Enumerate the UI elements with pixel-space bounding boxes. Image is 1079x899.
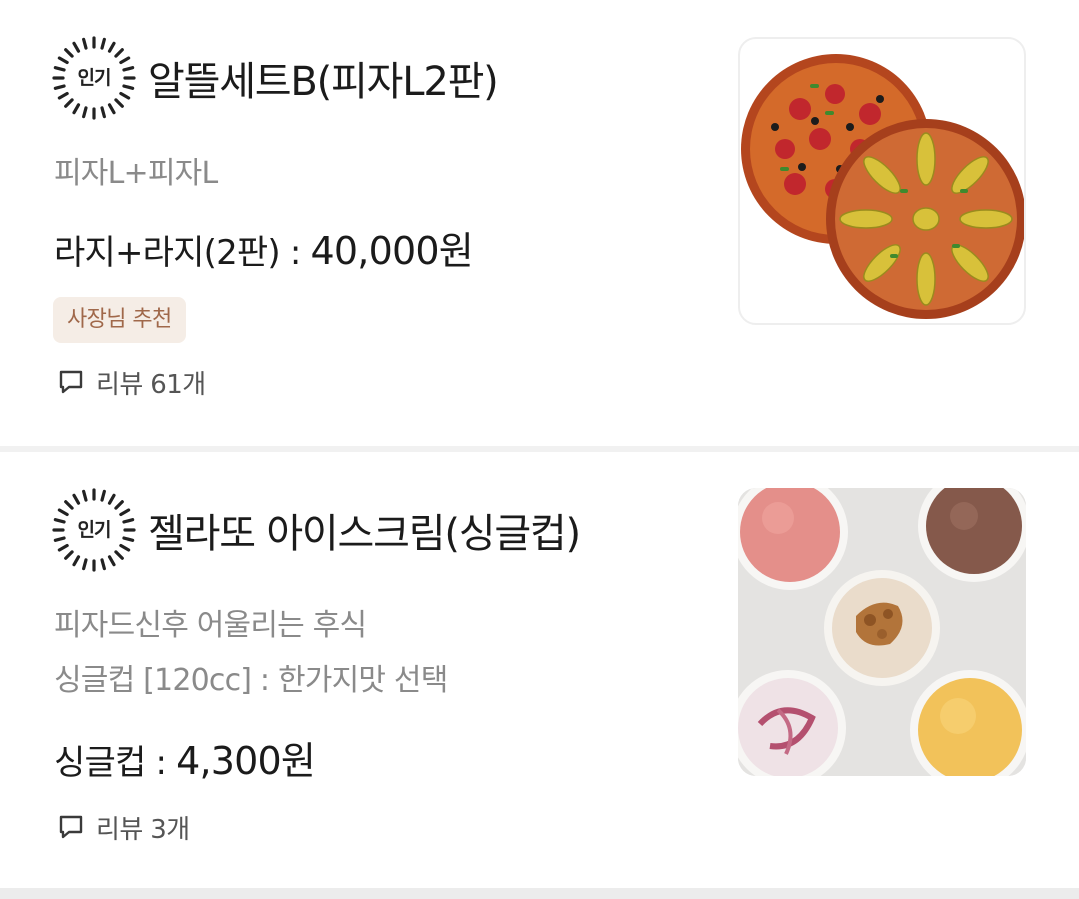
- gelato-photo[interactable]: [738, 488, 1026, 776]
- popular-badge-icon: 인기: [52, 488, 136, 572]
- price-value: 4,300원: [176, 739, 316, 783]
- review-count[interactable]: 리뷰 61개: [58, 365, 206, 400]
- pizza-photo[interactable]: [738, 37, 1026, 325]
- speech-bubble-icon: [59, 815, 83, 839]
- menu-item-description: 피자드신후 어울리는 후식: [54, 608, 367, 643]
- menu-item-title-row: 인기 알뜰세트B(피자L2판): [52, 36, 499, 120]
- price-label: 싱글컵 :: [54, 743, 177, 783]
- price-value: 40,000원: [310, 229, 474, 273]
- menu-list: 인기 알뜰세트B(피자L2판) 피자L+피자L 라지+라지(2판) : 40,0…: [0, 0, 1079, 899]
- review-count-label: 리뷰 3개: [96, 814, 190, 845]
- price-label: 라지+라지(2판) :: [54, 233, 311, 273]
- menu-item-description: 피자L+피자L: [54, 156, 218, 191]
- review-count-label: 리뷰 61개: [96, 369, 206, 400]
- menu-item-title: 알뜰세트B(피자L2판): [148, 59, 499, 105]
- menu-item-price: 싱글컵 : 4,300원: [54, 730, 316, 785]
- menu-item-description: 싱글컵 [120cc] : 한가지맛 선택: [54, 663, 448, 698]
- popular-badge-icon: 인기: [52, 36, 136, 120]
- menu-item-title-row: 인기 젤라또 아이스크림(싱글컵): [52, 488, 581, 572]
- review-count[interactable]: 리뷰 3개: [58, 810, 190, 845]
- menu-item-price: 라지+라지(2판) : 40,000원: [54, 220, 474, 275]
- section-divider: [0, 888, 1079, 899]
- popular-badge-label: 인기: [77, 519, 112, 541]
- popular-badge-label: 인기: [77, 67, 112, 89]
- menu-item-altteul-set-b[interactable]: 인기 알뜰세트B(피자L2판) 피자L+피자L 라지+라지(2판) : 40,0…: [0, 0, 1079, 446]
- owner-recommend-tag: 사장님 추천: [53, 297, 186, 343]
- menu-item-title: 젤라또 아이스크림(싱글컵): [148, 511, 581, 557]
- speech-bubble-icon: [59, 370, 83, 394]
